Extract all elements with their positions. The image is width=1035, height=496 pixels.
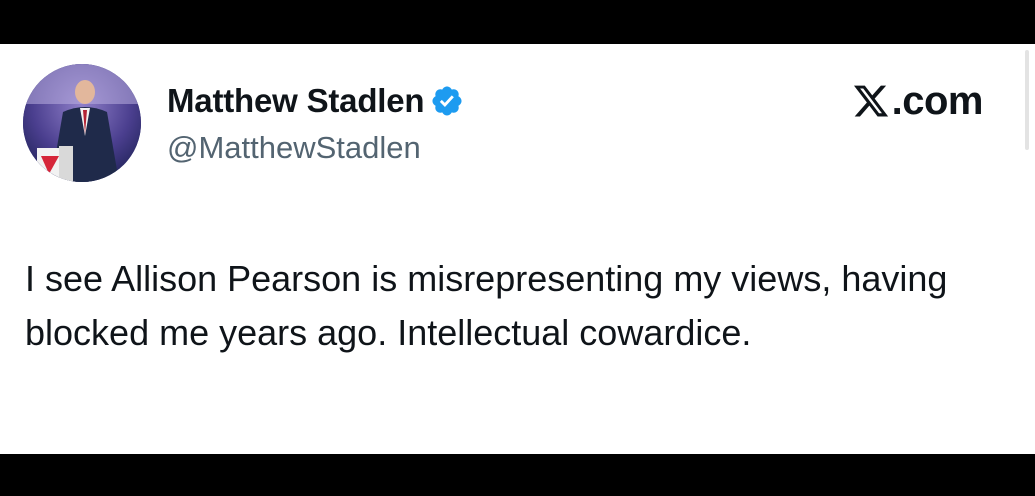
- x-logo-icon: [853, 85, 888, 117]
- verified-badge-icon: [432, 86, 462, 116]
- author-name-row: Matthew Stadlen: [167, 79, 464, 123]
- tweet-card: Matthew Stadlen @MatthewStadlen .com I s…: [0, 44, 1035, 454]
- screenshot-frame: Matthew Stadlen @MatthewStadlen .com I s…: [0, 0, 1035, 496]
- avatar[interactable]: [23, 64, 141, 182]
- source-site: .com: [852, 78, 984, 124]
- author-display-name[interactable]: Matthew Stadlen: [167, 82, 425, 120]
- tweet-text: I see Allison Pearson is misrepresenting…: [25, 258, 948, 353]
- card-edge-divider: [1025, 50, 1029, 150]
- source-site-label: .com: [891, 78, 984, 123]
- profile-photo-icon: [23, 64, 141, 182]
- author-handle[interactable]: @MatthewStadlen: [167, 130, 421, 166]
